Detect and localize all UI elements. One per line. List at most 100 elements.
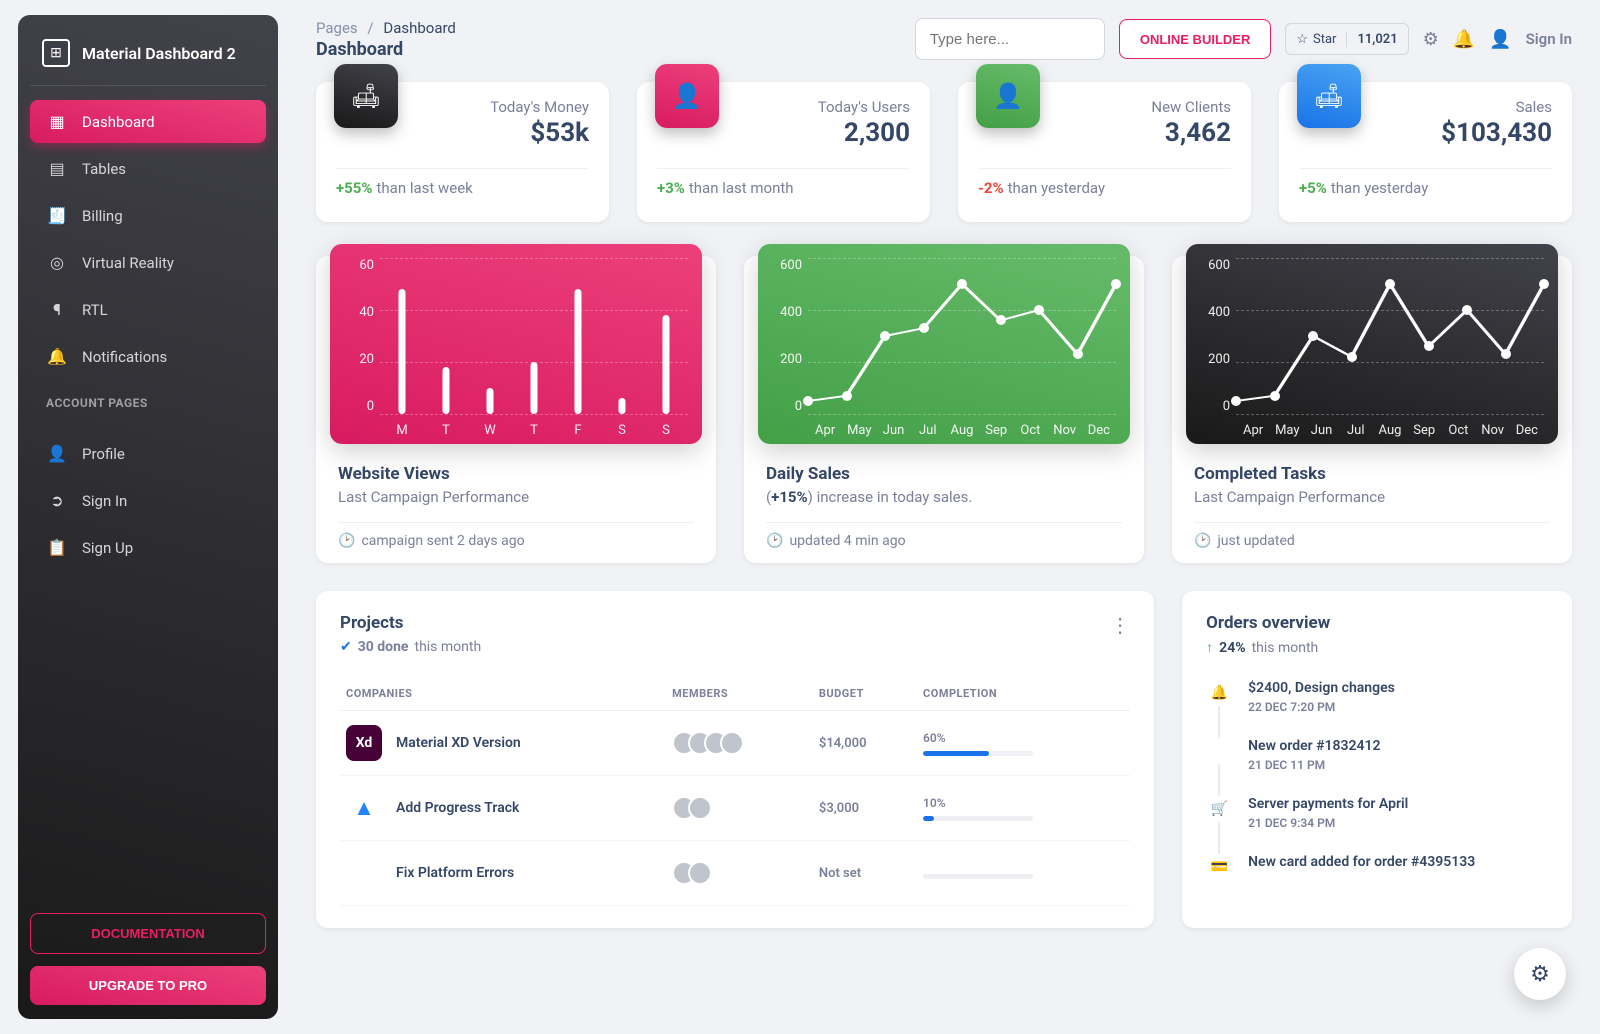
nav-icon: 👤 <box>46 444 68 463</box>
table-header: COMPLETION <box>917 677 1130 711</box>
budget-value: $14,000 <box>819 736 867 751</box>
nav-icon: 🔔 <box>46 347 68 366</box>
stat-card: 👤Today's Users2,300+3%than last month <box>637 82 930 222</box>
members-avatars <box>672 861 807 885</box>
search-input[interactable] <box>915 18 1105 60</box>
chart-title: Website Views <box>316 444 716 488</box>
bell-icon[interactable]: 🔔 <box>1453 29 1475 50</box>
timeline-title: $2400, Design changes <box>1248 680 1395 696</box>
stat-icon: 🛋 <box>334 64 398 128</box>
chart-canvas: 6004002000AprMayJunJulAugSepOctNovDec <box>1186 244 1558 444</box>
sidebar-item-dashboard[interactable]: ▦Dashboard <box>30 100 266 143</box>
sidebar-item-tables[interactable]: ▤Tables <box>30 147 266 190</box>
company-name: Add Progress Track <box>396 800 519 816</box>
sidebar-item-sign-up[interactable]: 📋Sign Up <box>30 526 266 569</box>
stat-icon: 👤 <box>976 64 1040 128</box>
upgrade-button[interactable]: UPGRADE TO PRO <box>30 966 266 1005</box>
nav-icon: ¶ <box>46 300 68 319</box>
star-icon: ☆ <box>1296 32 1308 47</box>
brand[interactable]: ⊞ Material Dashboard 2 <box>30 33 266 86</box>
stat-card: 🛋Today's Money$53k+55%than last week <box>316 82 609 222</box>
stat-card: 🛋Sales$103,430+5%than yesterday <box>1279 82 1572 222</box>
company-logo: ▲ <box>346 790 382 826</box>
gear-icon[interactable]: ⚙ <box>1423 29 1439 50</box>
breadcrumb: Pages / Dashboard <box>316 19 456 37</box>
timeline-icon <box>1206 738 1232 764</box>
company-logo: ✳ <box>346 855 382 891</box>
table-row[interactable]: Xd Material XD Version $14,000 60% <box>340 711 1130 776</box>
sidebar-item-sign-in[interactable]: ➲Sign In <box>30 479 266 522</box>
company-logo: Xd <box>346 725 382 761</box>
timeline-title: Server payments for April <box>1248 796 1408 812</box>
timeline-item: 🛒 Server payments for April 21 DEC 9:34 PM <box>1206 790 1548 848</box>
projects-done-count: 30 done <box>358 639 409 655</box>
table-row[interactable]: ▲Add Progress Track$3,00010% <box>340 776 1130 841</box>
orders-panel: Orders overview ↑ 24% this month 🔔$2400,… <box>1182 591 1572 928</box>
avatar <box>688 861 712 885</box>
github-star-count: 11,021 <box>1347 32 1407 47</box>
nav-icon: ▦ <box>46 112 68 131</box>
timeline-time: 21 DEC 11 PM <box>1248 758 1380 772</box>
check-icon: ✔ <box>340 639 352 655</box>
projects-panel: Projects ✔ 30 done this month ⋮ COMPANIE… <box>316 591 1154 928</box>
sidebar-item-virtual-reality[interactable]: ◎Virtual Reality <box>30 241 266 284</box>
sidebar-item-billing[interactable]: 🧾Billing <box>30 194 266 237</box>
settings-fab[interactable]: ⚙ <box>1514 948 1566 1000</box>
timeline-title: New card added for order #4395133 <box>1248 854 1475 870</box>
timeline-time: 21 DEC 9:34 PM <box>1248 816 1408 830</box>
clock-icon: 🕑 <box>338 533 355 549</box>
timeline-icon: 🛒 <box>1206 796 1232 822</box>
clock-icon: 🕑 <box>1194 533 1211 549</box>
orders-title: Orders overview <box>1206 613 1548 633</box>
nav-icon: 📋 <box>46 538 68 557</box>
chart-card: 6040200MTWTFSSWebsite ViewsLast Campaign… <box>316 256 716 563</box>
members-avatars <box>672 731 807 755</box>
stat-icon: 🛋 <box>1297 64 1361 128</box>
timeline-time: 22 DEC 7:20 PM <box>1248 700 1395 714</box>
chart-title: Completed Tasks <box>1172 444 1572 488</box>
online-builder-button[interactable]: ONLINE BUILDER <box>1119 19 1272 59</box>
members-avatars <box>672 796 807 820</box>
breadcrumb-current: Dashboard <box>383 19 456 37</box>
chart-card: 6004002000AprMayJunJulAugSepOctNovDecCom… <box>1172 256 1572 563</box>
table-header: MEMBERS <box>666 677 813 711</box>
stat-card: 👤New Clients3,462-2%than yesterday <box>958 82 1251 222</box>
completion-cell: 60% <box>923 731 1124 756</box>
github-star-widget[interactable]: ☆Star 11,021 <box>1285 23 1408 55</box>
chart-subtitle: Last Campaign Performance <box>1172 488 1572 506</box>
page-title: Dashboard <box>316 39 456 60</box>
brand-text: Material Dashboard 2 <box>82 44 236 63</box>
chart-footer: 🕑campaign sent 2 days ago <box>316 533 716 549</box>
breadcrumb-root[interactable]: Pages <box>316 19 358 37</box>
more-icon[interactable]: ⋮ <box>1110 613 1130 637</box>
stat-change: +5%than yesterday <box>1299 179 1552 197</box>
table-row[interactable]: ✳Fix Platform ErrorsNot set <box>340 841 1130 906</box>
user-icon[interactable]: 👤 <box>1489 29 1511 50</box>
arrow-up-icon: ↑ <box>1206 639 1213 656</box>
topbar: Pages / Dashboard Dashboard ONLINE BUILD… <box>316 18 1572 60</box>
signin-link[interactable]: Sign In <box>1526 30 1572 48</box>
stat-change: +3%than last month <box>657 179 910 197</box>
nav-icon: ▤ <box>46 159 68 178</box>
timeline-item: 🔔$2400, Design changes22 DEC 7:20 PM <box>1206 674 1548 732</box>
table-header: COMPANIES <box>340 677 666 711</box>
sidebar-item-notifications[interactable]: 🔔Notifications <box>30 335 266 378</box>
completion-cell <box>923 868 1124 879</box>
timeline-item: New order #183241221 DEC 11 PM <box>1206 732 1548 790</box>
nav-icon: ◎ <box>46 253 68 272</box>
company-name: Material XD Version <box>396 735 521 751</box>
avatar <box>720 731 744 755</box>
sidebar-item-profile[interactable]: 👤Profile <box>30 432 266 475</box>
documentation-button[interactable]: DOCUMENTATION <box>30 913 266 954</box>
sidebar-item-rtl[interactable]: ¶RTL <box>30 288 266 331</box>
stat-change: +55%than last week <box>336 179 589 197</box>
chart-title: Daily Sales <box>744 444 1144 488</box>
stat-change: -2%than yesterday <box>978 179 1231 197</box>
chart-footer: 🕑just updated <box>1172 533 1572 549</box>
stat-icon: 👤 <box>655 64 719 128</box>
timeline-item: 💳 New card added for order #4395133 <box>1206 848 1548 898</box>
chart-canvas: 6040200MTWTFSS <box>330 244 702 444</box>
company-name: Fix Platform Errors <box>396 865 514 881</box>
timeline-icon: 💳 <box>1206 854 1232 880</box>
completion-cell: 10% <box>923 796 1124 821</box>
